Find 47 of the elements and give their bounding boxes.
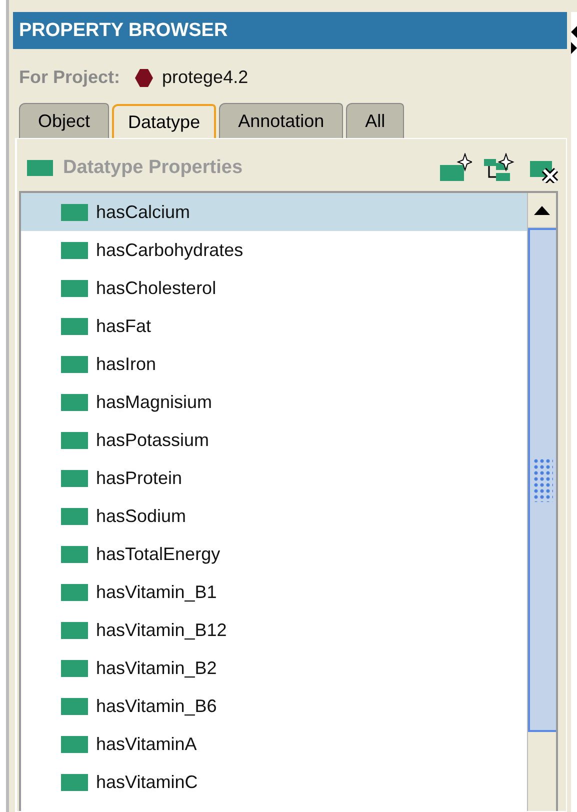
section-title: Datatype Properties (63, 157, 244, 179)
scroll-thumb[interactable] (528, 228, 556, 732)
property-item[interactable]: hasVitamin_B6 (96, 696, 217, 716)
property-item[interactable]: hasCholesterol (96, 278, 216, 298)
property-icon (61, 546, 88, 562)
property-item[interactable]: hasTotalEnergy (96, 544, 220, 564)
add-property-icon[interactable] (438, 153, 472, 183)
property-item[interactable]: hasMagnisium (96, 392, 212, 412)
property-item[interactable]: hasVitaminC (96, 772, 198, 792)
property-icon (61, 470, 88, 486)
property-item[interactable]: hasProtein (96, 468, 182, 488)
property-icon (61, 432, 88, 448)
project-icon (134, 68, 154, 88)
project-label: For Project: (19, 67, 120, 88)
property-icon (61, 660, 88, 676)
property-item[interactable]: hasSodium (96, 506, 186, 526)
property-icon (61, 356, 88, 372)
property-icon (61, 394, 88, 410)
property-item[interactable]: hasVitamin_B2 (96, 658, 217, 678)
property-icon (61, 584, 88, 600)
property-item[interactable]: hasCalcium (96, 202, 190, 222)
up-arrow-icon (534, 206, 550, 214)
property-icon (61, 204, 88, 220)
scrollbar[interactable] (527, 193, 556, 811)
property-icon (61, 242, 88, 258)
property-item[interactable]: hasCarbohydrates (96, 240, 244, 260)
property-item[interactable]: hasVitamin_B12 (96, 620, 227, 640)
tab[interactable]: Datatype (112, 104, 216, 138)
add-subproperty-icon[interactable] (482, 153, 516, 183)
property-icon (61, 736, 88, 752)
panel-title: PROPERTY BROWSER (13, 12, 567, 49)
property-item[interactable]: hasPotassium (96, 430, 210, 450)
project-name: protege4.2 (162, 67, 248, 88)
property-item[interactable]: hasVitaminA (96, 734, 197, 754)
tab[interactable]: All (346, 103, 404, 138)
tab[interactable]: Annotation (219, 103, 344, 138)
property-icon (61, 318, 88, 334)
property-icon (61, 774, 88, 790)
property-icon (61, 622, 88, 638)
property-icon (27, 160, 53, 176)
property-item[interactable]: hasVitamin_B1 (96, 582, 217, 602)
property-item[interactable]: hasFat (96, 316, 152, 336)
property-icon (61, 698, 88, 714)
property-icon (61, 280, 88, 296)
property-item[interactable]: hasIron (96, 354, 156, 374)
tab[interactable]: Object (19, 103, 110, 138)
property-icon (61, 508, 88, 524)
